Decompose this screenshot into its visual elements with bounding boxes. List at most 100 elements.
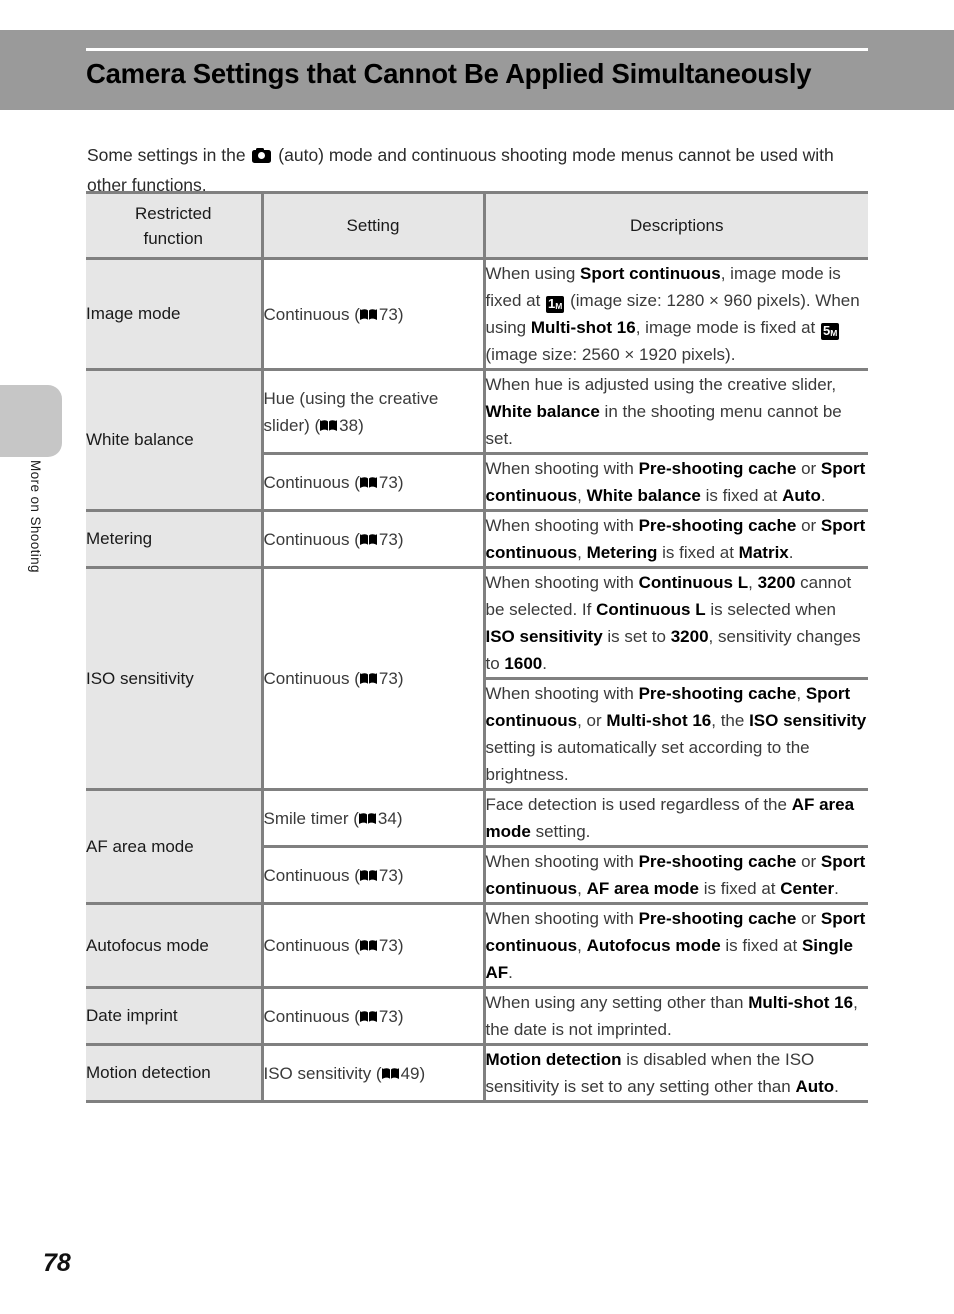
term-continuous-l: Continuous L	[638, 573, 749, 592]
term-auto: Auto	[795, 1077, 835, 1096]
term-pre-shooting-cache: Pre-shooting cache	[638, 516, 797, 535]
book-reference-icon	[359, 673, 377, 684]
term-iso-sensitivity: ISO sensitivity	[485, 627, 603, 646]
setting-text: ISO sensitivity (	[263, 1063, 382, 1083]
term-af-area-mode: AF area mode	[586, 879, 699, 898]
cell-setting-date-imprint: Continuous (73)	[260, 986, 484, 1046]
term-multi-shot-16: Multi-shot 16	[606, 711, 712, 730]
image-mode-badge-1m: 1M	[546, 296, 565, 313]
book-reference-icon	[358, 812, 376, 824]
setting-suffix: )	[397, 936, 404, 955]
page-header-band: Camera Settings that Cannot Be Applied S…	[0, 30, 954, 110]
term-pre-shooting-cache: Pre-shooting cache	[638, 459, 797, 478]
cell-description-iso-1: When shooting with Continuous L, 3200 ca…	[482, 566, 868, 680]
cell-setting-iso: Continuous ( 73)	[260, 566, 484, 791]
cell-setting-metering: Continuous (73)	[260, 509, 484, 569]
image-mode-badge-5m: 5M	[820, 323, 840, 340]
cell-setting-image-mode: Continuous (73)	[260, 257, 484, 371]
term-white-balance: White balance	[586, 486, 701, 505]
setting-suffix: )	[397, 529, 404, 549]
section-tab-marker	[0, 385, 62, 457]
term-pre-shooting-cache: Pre-shooting cache	[638, 684, 797, 703]
term-center: Center	[780, 879, 835, 898]
term-3200: 3200	[670, 627, 709, 646]
setting-suffix: )	[396, 808, 403, 828]
book-reference-icon	[359, 1010, 377, 1022]
table-row: ISO sensitivity Continuous ( 73) When sho…	[86, 566, 868, 791]
table-body: Image mode Continuous ( 73) When using Sp…	[86, 257, 868, 1103]
table-row: Image mode Continuous (73) When using Sp…	[86, 257, 868, 371]
restrictions-table: Restricted function Setting Descriptions…	[86, 191, 868, 1103]
intro-text-before: Some settings in the	[87, 144, 251, 165]
setting-page-ref: 73	[378, 865, 398, 885]
setting-suffix: )	[397, 669, 404, 688]
setting-page-ref: 38	[339, 415, 359, 435]
setting-page-ref: 73	[378, 669, 398, 688]
table-header: Restricted function Setting Descriptions	[86, 191, 868, 260]
cell-description-af-smile: Face detection is used regardless of the…	[482, 788, 868, 848]
setting-page-ref: 49	[400, 1063, 420, 1083]
setting-text: Continuous (	[263, 1006, 360, 1026]
cell-description-metering: When shooting with Pre-shooting cache or…	[482, 509, 868, 569]
term-sport-continuous: Sport continuous	[580, 264, 721, 283]
cell-description-iso-2: When shooting with Pre-shooting cache, S…	[482, 677, 868, 791]
setting-suffix: )	[397, 1006, 404, 1026]
table-row: AF area mode Smile timer (34) Face detec…	[86, 788, 868, 905]
table-row: Autofocus mode Continuous ( 73) When shoo…	[86, 902, 868, 989]
column-header-line1: Restricted	[134, 203, 212, 223]
cell-description-wb-hue: When hue is adjusted using the creative …	[482, 368, 868, 455]
cell-description-image-mode: When using Sport continuous, image mode …	[482, 257, 868, 371]
setting-text: Continuous (	[263, 669, 360, 688]
cell-function-date-imprint: Date imprint	[86, 986, 262, 1046]
setting-suffix: )	[358, 415, 364, 435]
cell-function-white-balance: White balance	[86, 368, 262, 512]
restrictions-table-wrapper: Restricted function Setting Descriptions…	[86, 191, 868, 1103]
cell-description-autofocus: When shooting with Pre-shooting cache or…	[482, 902, 868, 989]
book-reference-icon	[359, 476, 377, 488]
term-continuous-l: Continuous L	[596, 600, 706, 619]
setting-text: Continuous (	[263, 304, 360, 324]
term-multi-shot-16: Multi-shot 16	[530, 318, 636, 337]
cell-function-motion-detection: Motion detection	[86, 1043, 262, 1103]
setting-text: Continuous (	[263, 529, 360, 549]
term-iso-sensitivity: ISO sensitivity	[749, 711, 867, 730]
term-matrix: Matrix	[738, 543, 789, 562]
table-row: Motion detection ISO sensitivity ( 49) Mo…	[86, 1043, 868, 1103]
setting-text: Continuous (	[263, 865, 360, 885]
book-reference-icon	[359, 940, 377, 951]
term-pre-shooting-cache: Pre-shooting cache	[638, 852, 797, 871]
setting-page-ref: 73	[378, 472, 398, 492]
term-motion-detection: Motion detection	[485, 1050, 622, 1069]
setting-page-ref: 73	[378, 304, 398, 324]
cell-description-motion-detection: Motion detection is disabled when the IS…	[482, 1043, 868, 1103]
term-white-balance: White balance	[485, 402, 600, 421]
setting-text: Smile timer (	[263, 808, 359, 828]
term-autofocus-mode: Autofocus mode	[586, 936, 721, 955]
cell-function-image-mode: Image mode	[86, 257, 262, 371]
setting-suffix: )	[419, 1063, 426, 1083]
book-reference-icon	[359, 869, 377, 881]
term-multi-shot-16: Multi-shot 16	[748, 993, 854, 1012]
cell-function-autofocus-mode: Autofocus mode	[86, 902, 262, 989]
term-auto: Auto	[782, 486, 821, 505]
page-title: Camera Settings that Cannot Be Applied S…	[86, 58, 812, 89]
camera-auto-icon	[252, 147, 272, 163]
cell-setting-autofocus: Continuous ( 73)	[260, 902, 484, 989]
page-number: 78	[43, 1249, 71, 1277]
setting-page-ref: 73	[378, 936, 398, 955]
cell-description-af-continuous: When shooting with Pre-shooting cache or…	[482, 845, 868, 905]
cell-function-af-area-mode: AF area mode	[86, 788, 262, 905]
column-header-line2: function	[143, 228, 204, 248]
setting-text: Continuous (	[263, 936, 360, 955]
table-header-row: Restricted function Setting Descriptions	[86, 191, 868, 260]
column-header-descriptions: Descriptions	[482, 191, 868, 260]
section-tab-label: More on Shooting	[28, 460, 43, 573]
table-row: White balance Hue (using the creative sl…	[86, 368, 868, 512]
cell-setting-wb-continuous: Continuous (73)	[260, 452, 484, 512]
term-pre-shooting-cache: Pre-shooting cache	[638, 909, 797, 928]
cell-setting-af-smile: Smile timer (34)	[260, 788, 484, 848]
header-rule	[86, 48, 868, 51]
term-1600: 1600	[504, 654, 543, 673]
setting-text: Continuous (	[263, 472, 360, 492]
book-reference-icon	[381, 1067, 399, 1079]
